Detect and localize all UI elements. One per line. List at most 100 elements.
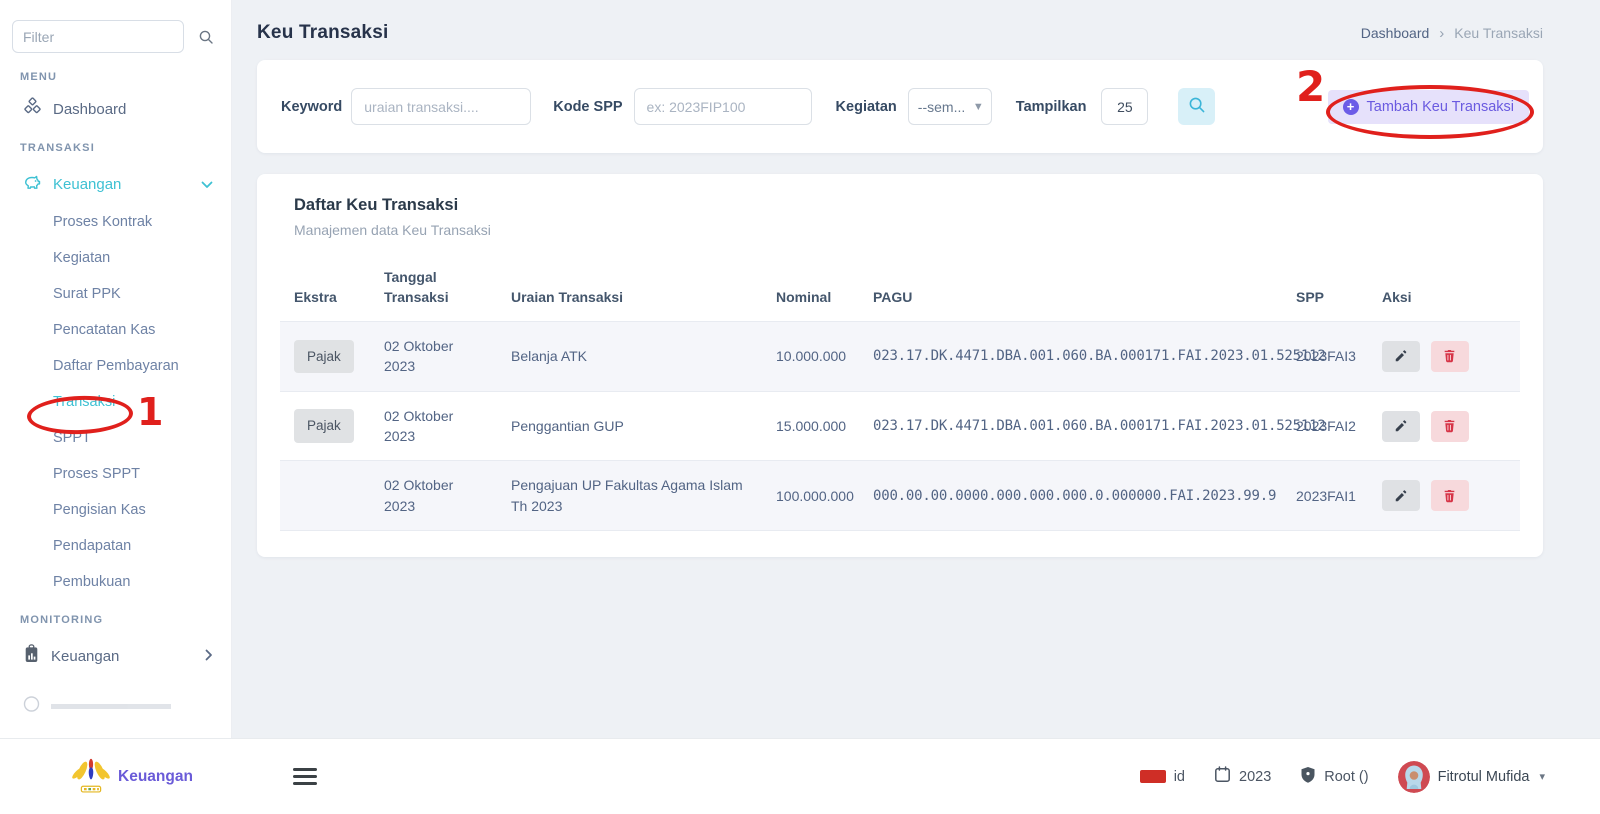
kegiatan-select[interactable]: --sem... ▼ bbox=[908, 88, 992, 125]
add-button-label: Tambah Keu Transaksi bbox=[1367, 99, 1515, 115]
calendar-icon bbox=[1214, 766, 1231, 787]
brand-logo[interactable]: Keuangan bbox=[70, 753, 193, 800]
transactions-table: Ekstra Tanggal Transaksi Uraian Transaks… bbox=[280, 256, 1520, 531]
cell-pagu: 000.00.00.0000.000.000.000.0.000000.FAI.… bbox=[859, 461, 1282, 531]
cell-uraian: Penggantian GUP bbox=[497, 391, 762, 461]
indonesia-flag-icon bbox=[1140, 770, 1166, 783]
avatar bbox=[1398, 761, 1430, 793]
cell-nominal: 100.000.000 bbox=[762, 461, 859, 531]
edit-button[interactable] bbox=[1382, 480, 1420, 511]
chevron-down-icon: ▾ bbox=[1539, 770, 1545, 783]
cell-tanggal: 02 Oktober 2023 bbox=[370, 391, 497, 461]
cell-uraian: Belanja ATK bbox=[497, 322, 762, 392]
sidebar-item-pencatatan-kas[interactable]: Pencatatan Kas bbox=[0, 312, 231, 348]
trash-icon bbox=[1445, 350, 1455, 362]
role-indicator[interactable]: Root () bbox=[1300, 766, 1368, 788]
sidebar-item-label: Keuangan bbox=[51, 648, 119, 665]
year-label: 2023 bbox=[1239, 769, 1271, 785]
sidebar-item-pembukuan[interactable]: Pembukuan bbox=[0, 564, 231, 600]
sidebar-item-daftar-pembayaran[interactable]: Daftar Pembayaran bbox=[0, 348, 231, 384]
select-caret-icon: ▼ bbox=[973, 101, 984, 113]
search-button[interactable] bbox=[1178, 88, 1215, 125]
user-name: Fitrotul Mufida bbox=[1438, 769, 1530, 785]
shield-icon bbox=[1300, 766, 1316, 788]
sidebar-item-pengisian-kas[interactable]: Pengisian Kas bbox=[0, 492, 231, 528]
cell-pagu: 023.17.DK.4471.DBA.001.060.BA.000171.FAI… bbox=[859, 322, 1282, 392]
kode-spp-input[interactable] bbox=[634, 88, 812, 125]
plus-circle-icon: + bbox=[1343, 99, 1359, 115]
locale-label: id bbox=[1174, 769, 1185, 785]
trash-icon bbox=[1445, 490, 1455, 502]
header-uraian: Uraian Transaksi bbox=[497, 256, 762, 322]
app-window: MENU Dashboard TRANSAKSI Keuangan bbox=[0, 0, 1600, 814]
cell-spp: 2023FAI1 bbox=[1282, 461, 1368, 531]
sidebar-section-menu: MENU bbox=[20, 71, 231, 83]
header-ekstra: Ekstra bbox=[280, 256, 370, 322]
sidebar-item-transaksi[interactable]: Transaksi bbox=[0, 384, 231, 420]
sidebar-item-dashboard[interactable]: Dashboard bbox=[0, 91, 231, 127]
locale-switcher[interactable]: id bbox=[1140, 769, 1185, 785]
kode-spp-label: Kode SPP bbox=[553, 99, 622, 115]
pencil-icon bbox=[1396, 490, 1406, 501]
sidebar: MENU Dashboard TRANSAKSI Keuangan bbox=[0, 0, 232, 738]
edit-button[interactable] bbox=[1382, 341, 1420, 372]
clipboard-chart-icon bbox=[22, 644, 41, 668]
sidebar-item-cutoff[interactable] bbox=[0, 688, 231, 724]
search-icon bbox=[1188, 96, 1206, 117]
header-spp: SPP bbox=[1282, 256, 1368, 322]
breadcrumb: Dashboard › Keu Transaksi bbox=[1361, 25, 1543, 42]
sidebar-item-proses-kontrak[interactable]: Proses Kontrak bbox=[0, 204, 231, 240]
year-selector[interactable]: 2023 bbox=[1214, 766, 1271, 787]
brand-name: Keuangan bbox=[118, 768, 193, 786]
ekstra-badge: Pajak bbox=[294, 409, 354, 443]
sidebar-search-icon[interactable] bbox=[198, 29, 214, 45]
cell-nominal: 15.000.000 bbox=[762, 391, 859, 461]
tampilkan-label: Tampilkan bbox=[1016, 99, 1087, 115]
keyword-input[interactable] bbox=[351, 88, 531, 125]
breadcrumb-current: Keu Transaksi bbox=[1454, 25, 1543, 41]
chevron-down-icon bbox=[201, 176, 213, 193]
delete-button[interactable] bbox=[1431, 341, 1469, 372]
chevron-right-icon bbox=[205, 648, 213, 665]
cell-tanggal: 02 Oktober 2023 bbox=[370, 461, 497, 531]
tampilkan-input[interactable] bbox=[1101, 88, 1148, 125]
table-subtitle: Manajemen data Keu Transaksi bbox=[294, 222, 1520, 238]
sidebar-item-keuangan-monitoring[interactable]: Keuangan bbox=[0, 638, 231, 674]
header-pagu: PAGU bbox=[859, 256, 1282, 322]
hamburger-menu-icon[interactable] bbox=[293, 768, 317, 785]
cell-uraian: Pengajuan UP Fakultas Agama Islam Th 202… bbox=[497, 461, 762, 531]
kegiatan-label: Kegiatan bbox=[836, 99, 897, 115]
piggy-bank-icon bbox=[22, 172, 43, 196]
sidebar-section-monitoring: MONITORING bbox=[20, 614, 231, 626]
cell-pagu: 023.17.DK.4471.DBA.001.060.BA.000171.FAI… bbox=[859, 391, 1282, 461]
edit-button[interactable] bbox=[1382, 411, 1420, 442]
trash-icon bbox=[1445, 420, 1455, 432]
keyword-label: Keyword bbox=[281, 99, 342, 115]
header-nominal: Nominal bbox=[762, 256, 859, 322]
header-aksi: Aksi bbox=[1368, 256, 1520, 322]
university-logo-icon bbox=[70, 753, 112, 800]
sidebar-filter-input[interactable] bbox=[12, 20, 184, 53]
footer-bar: Keuangan id 2023 Root () bbox=[0, 738, 1600, 814]
sidebar-item-sppt[interactable]: SPPT bbox=[0, 420, 231, 456]
sidebar-item-surat-ppk[interactable]: Surat PPK bbox=[0, 276, 231, 312]
add-keu-transaksi-button[interactable]: + Tambah Keu Transaksi bbox=[1328, 90, 1530, 124]
header-tanggal: Tanggal Transaksi bbox=[370, 256, 497, 322]
table-row: Pajak 02 Oktober 2023 Belanja ATK 10.000… bbox=[280, 322, 1520, 392]
sidebar-item-keuangan[interactable]: Keuangan bbox=[0, 166, 231, 202]
user-menu[interactable]: Fitrotul Mufida ▾ bbox=[1398, 761, 1545, 793]
dashboard-cubes-icon bbox=[22, 97, 43, 121]
breadcrumb-dashboard[interactable]: Dashboard bbox=[1361, 25, 1430, 41]
sidebar-item-pendapatan[interactable]: Pendapatan bbox=[0, 528, 231, 564]
sidebar-section-transaksi: TRANSAKSI bbox=[20, 142, 231, 154]
table-header-row: Ekstra Tanggal Transaksi Uraian Transaks… bbox=[280, 256, 1520, 322]
sidebar-item-kegiatan[interactable]: Kegiatan bbox=[0, 240, 231, 276]
generic-icon bbox=[22, 695, 41, 717]
delete-button[interactable] bbox=[1431, 480, 1469, 511]
page-title: Keu Transaksi bbox=[257, 22, 388, 44]
kegiatan-select-value: --sem... bbox=[918, 99, 965, 115]
filter-toolbar: Keyword Kode SPP Kegiatan --sem... ▼ Tam… bbox=[257, 60, 1543, 153]
delete-button[interactable] bbox=[1431, 411, 1469, 442]
sidebar-item-proses-sppt[interactable]: Proses SPPT bbox=[0, 456, 231, 492]
table-row: 02 Oktober 2023 Pengajuan UP Fakultas Ag… bbox=[280, 461, 1520, 531]
